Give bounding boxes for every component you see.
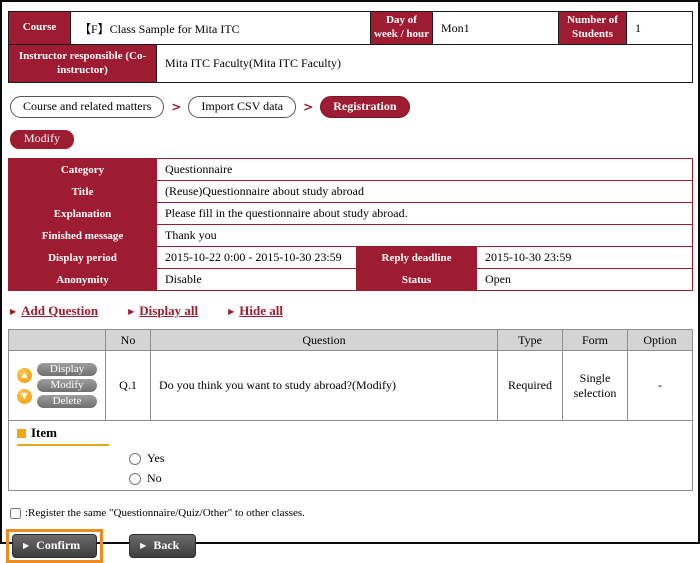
title-value: (Reuse)Questionnaire about study abroad — [157, 181, 693, 203]
question-list-table: No Question Type Form Option ▲ ▼ Display… — [8, 329, 693, 491]
question-form: Single selection — [563, 351, 628, 421]
type-column-header: Type — [498, 330, 563, 351]
confirm-button-label: Confirm — [36, 538, 80, 553]
option-yes-radio[interactable] — [129, 453, 141, 465]
table-row: ▲ ▼ Display Modify Delete Q.1 Do you thi… — [9, 351, 693, 421]
item-option-no: No — [129, 471, 684, 486]
questionnaire-details-table: Category Questionnaire Title (Reuse)Ques… — [8, 158, 693, 291]
day-of-week-label: Day of week / hour — [371, 12, 433, 45]
finished-message-value: Thank you — [157, 225, 693, 247]
number-of-students-label: Number of Students — [559, 12, 627, 45]
triangle-right-icon: ▶ — [228, 307, 234, 316]
register-other-classes-checkbox[interactable] — [10, 508, 21, 519]
modify-button[interactable]: Modify — [10, 130, 74, 149]
delete-button[interactable]: Delete — [37, 395, 97, 408]
course-header-table: Course 【F】Class Sample for Mita ITC Day … — [8, 11, 693, 45]
question-text: Do you think you want to study abroad? — [159, 378, 352, 392]
question-type: Required — [498, 351, 563, 421]
instructor-value: Mita ITC Faculty(Mita ITC Faculty) — [157, 45, 693, 83]
arrow-up-icon: ▲ — [21, 371, 27, 379]
title-label: Title — [9, 181, 157, 203]
question-actions: ▶ Add Question ▶ Display all ▶ Hide all — [10, 303, 692, 319]
add-question-link[interactable]: ▶ Add Question — [10, 303, 98, 319]
item-section-label: Item — [31, 425, 57, 441]
status-label: Status — [357, 269, 477, 291]
breadcrumb: Course and related matters > Import CSV … — [10, 96, 692, 118]
anonymity-value: Disable — [157, 269, 357, 291]
question-table-header-row: No Question Type Form Option — [9, 330, 693, 351]
breadcrumb-import-csv-data[interactable]: Import CSV data — [188, 96, 296, 118]
display-button[interactable]: Display — [37, 363, 97, 376]
question-modify-link[interactable]: (Modify) — [352, 378, 396, 392]
table-row: Title (Reuse)Questionnaire about study a… — [9, 181, 693, 203]
category-value: Questionnaire — [157, 159, 693, 181]
row-controls-cell: ▲ ▼ Display Modify Delete — [9, 351, 106, 421]
option-yes-label: Yes — [147, 451, 164, 466]
table-row: Explanation Please fill in the questionn… — [9, 203, 693, 225]
finished-message-label: Finished message — [9, 225, 157, 247]
table-row: Finished message Thank you — [9, 225, 693, 247]
triangle-right-icon: ▶ — [10, 307, 16, 316]
triangle-right-icon: ▶ — [23, 541, 29, 550]
confirm-highlight-box: ▶ Confirm — [6, 529, 103, 563]
reply-deadline-label: Reply deadline — [357, 247, 477, 269]
triangle-right-icon: ▶ — [140, 541, 146, 550]
course-value: 【F】Class Sample for Mita ITC — [71, 12, 371, 45]
day-of-week-value: Mon1 — [433, 12, 559, 45]
explanation-label: Explanation — [9, 203, 157, 225]
back-button-label: Back — [153, 538, 179, 553]
controls-column-header — [9, 330, 106, 351]
display-period-label: Display period — [9, 247, 157, 269]
status-value: Open — [477, 269, 693, 291]
breadcrumb-registration[interactable]: Registration — [320, 96, 409, 118]
hide-all-link[interactable]: ▶ Hide all — [228, 303, 283, 319]
back-button[interactable]: ▶ Back — [129, 534, 196, 558]
arrow-down-icon: ▼ — [21, 392, 27, 400]
table-row: Display period 2015-10-22 0:00 - 2015-10… — [9, 247, 693, 269]
anonymity-label: Anonymity — [9, 269, 157, 291]
item-section-header: Item — [17, 425, 109, 446]
question-column-header: Question — [151, 330, 498, 351]
register-note: :Register the same "Questionnaire/Quiz/O… — [10, 507, 692, 519]
register-note-text: :Register the same "Questionnaire/Quiz/O… — [25, 507, 305, 519]
breadcrumb-course-related-matters[interactable]: Course and related matters — [10, 96, 164, 118]
item-option-yes: Yes — [129, 451, 684, 466]
table-row: Category Questionnaire — [9, 159, 693, 181]
course-label: Course — [9, 12, 71, 45]
question-text-cell: Do you think you want to study abroad?(M… — [151, 351, 498, 421]
modify-row-button[interactable]: Modify — [37, 379, 97, 392]
option-no-label: No — [147, 471, 162, 486]
question-option: - — [628, 351, 693, 421]
category-label: Category — [9, 159, 157, 181]
no-column-header: No — [106, 330, 151, 351]
number-of-students-value: 1 — [627, 12, 693, 45]
footer-buttons: ▶ Confirm ▶ Back — [8, 529, 692, 563]
item-row: Item Yes No — [9, 421, 693, 491]
reply-deadline-value: 2015-10-30 23:59 — [477, 247, 693, 269]
item-section: Item Yes No — [9, 421, 693, 491]
instructor-header-table: Instructor responsible (Co-instructor) M… — [8, 44, 693, 83]
explanation-value: Please fill in the questionnaire about s… — [157, 203, 693, 225]
display-all-link[interactable]: ▶ Display all — [128, 303, 198, 319]
question-no: Q.1 — [106, 351, 151, 421]
item-bullet-icon — [17, 429, 26, 438]
confirm-button[interactable]: ▶ Confirm — [12, 534, 97, 558]
chevron-right-icon: > — [303, 100, 313, 114]
option-column-header: Option — [628, 330, 693, 351]
option-no-radio[interactable] — [129, 473, 141, 485]
display-period-value: 2015-10-22 0:00 - 2015-10-30 23:59 — [157, 247, 357, 269]
table-row: Anonymity Disable Status Open — [9, 269, 693, 291]
move-up-button[interactable]: ▲ — [17, 368, 32, 383]
instructor-label: Instructor responsible (Co-instructor) — [9, 45, 157, 83]
chevron-right-icon: > — [171, 100, 181, 114]
triangle-right-icon: ▶ — [128, 307, 134, 316]
form-column-header: Form — [563, 330, 628, 351]
move-down-button[interactable]: ▼ — [17, 389, 32, 404]
